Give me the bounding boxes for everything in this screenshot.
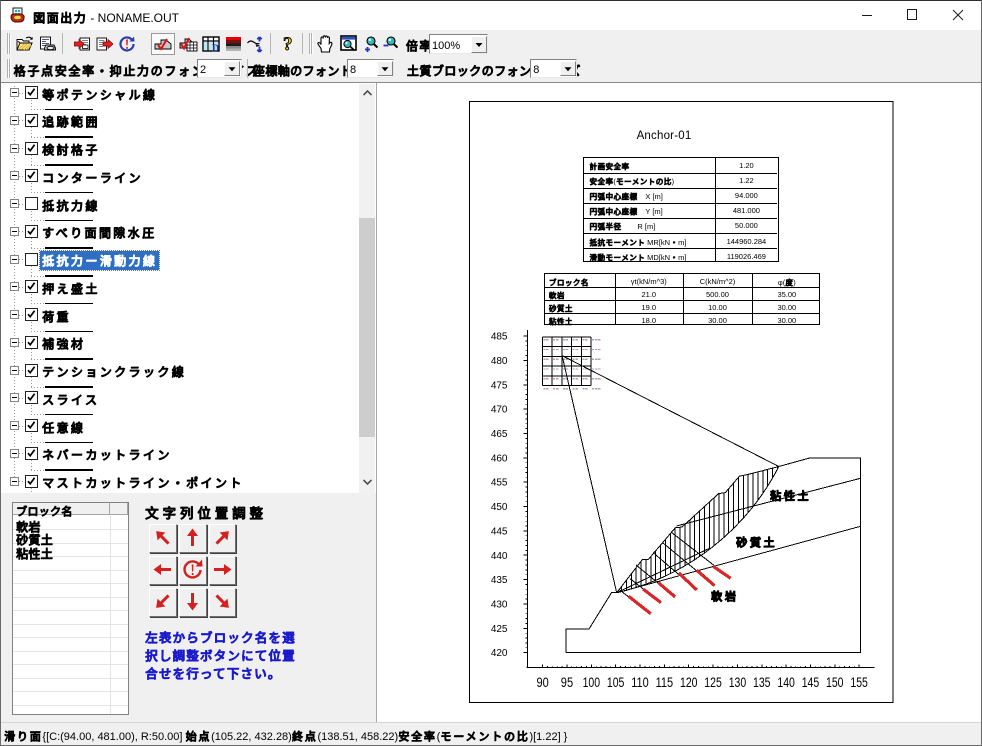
svg-text:145: 145 (802, 675, 820, 690)
svg-text:125: 125 (704, 675, 722, 690)
svg-text:100: 100 (583, 675, 601, 690)
svg-text:420: 420 (491, 648, 508, 659)
svg-text:440: 440 (491, 551, 508, 562)
svg-text:150: 150 (826, 675, 844, 690)
svg-text:140: 140 (777, 675, 795, 690)
svg-text:460: 460 (491, 453, 508, 464)
svg-text:475: 475 (491, 380, 508, 391)
svg-text:135: 135 (753, 675, 771, 690)
svg-text:480: 480 (491, 356, 508, 367)
svg-text:120: 120 (680, 675, 698, 690)
svg-text:430: 430 (491, 600, 508, 611)
svg-text:130: 130 (729, 675, 747, 690)
svg-text:450: 450 (491, 502, 508, 513)
svg-text:粘性土: 粘性土 (770, 489, 811, 503)
svg-text:435: 435 (491, 575, 508, 586)
svg-text:115: 115 (656, 675, 674, 690)
svg-text:砂質土: 砂質土 (736, 535, 777, 549)
svg-text:455: 455 (491, 478, 508, 489)
svg-text:105: 105 (607, 675, 625, 690)
svg-text:485: 485 (491, 332, 508, 343)
svg-text:465: 465 (491, 429, 508, 440)
svg-text:95: 95 (561, 675, 573, 690)
svg-text:470: 470 (491, 405, 508, 416)
svg-text:軟岩: 軟岩 (711, 589, 738, 603)
svg-text:425: 425 (491, 624, 508, 635)
svg-text:110: 110 (631, 675, 649, 690)
svg-text:445: 445 (491, 526, 508, 537)
svg-text:155: 155 (850, 675, 868, 690)
svg-text:90: 90 (537, 675, 549, 690)
